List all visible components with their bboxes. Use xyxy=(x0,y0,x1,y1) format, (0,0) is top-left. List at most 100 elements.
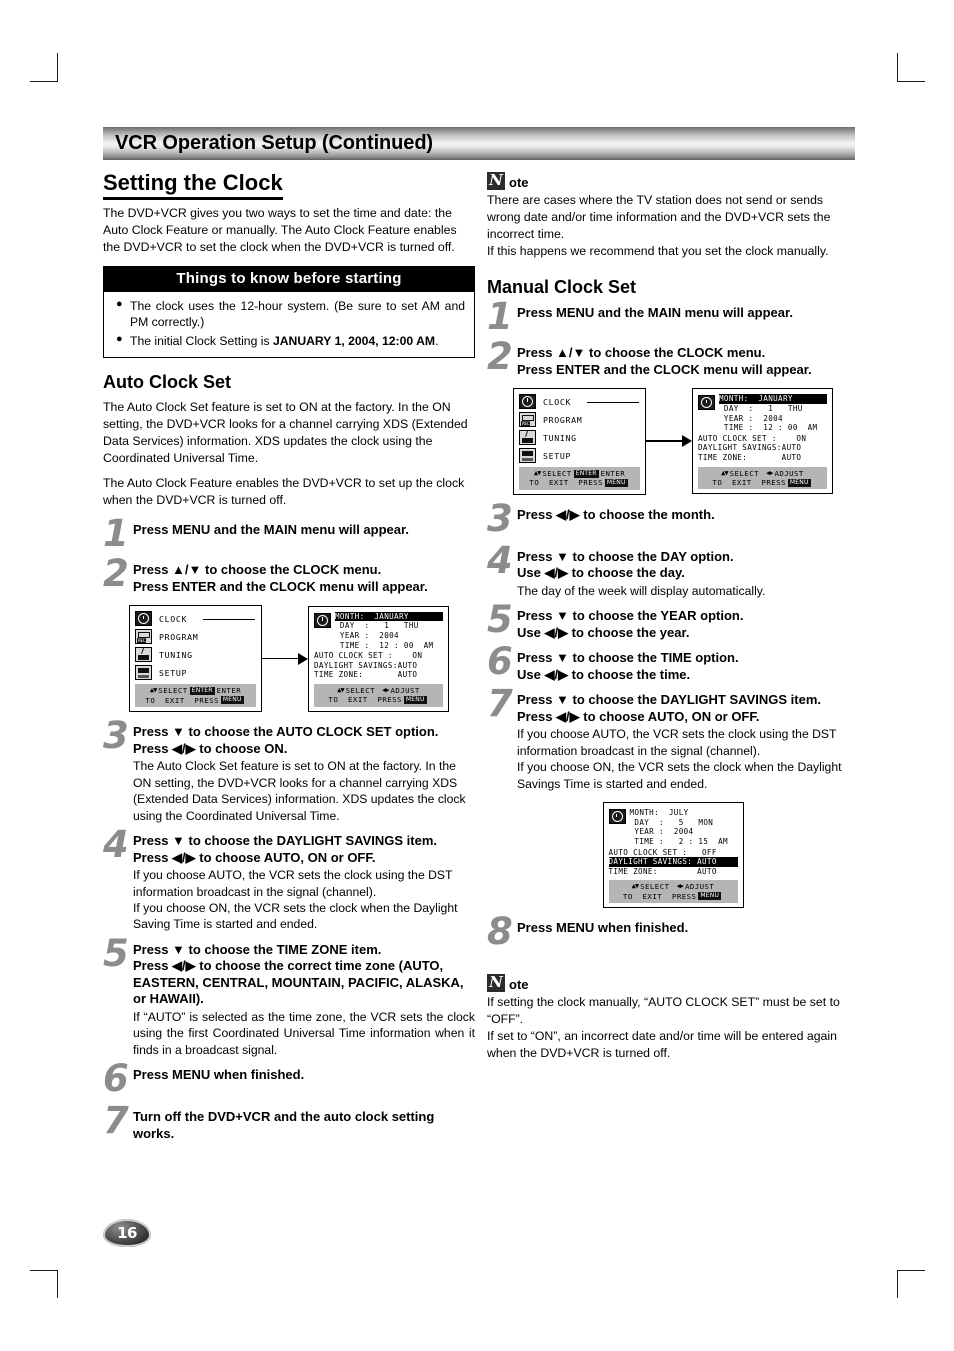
clock-icon xyxy=(314,612,331,628)
step-text: Press ▲/▼ to choose the CLOCK menu. xyxy=(517,345,766,361)
osd-clock-row-time[interactable]: TIME : 2 : 15 AM xyxy=(630,837,738,847)
flow-arrow-left xyxy=(262,652,308,665)
step-number: 1 xyxy=(103,512,129,556)
crop-mark-bottom-left-horizontal xyxy=(30,1270,58,1271)
setup-icon xyxy=(519,448,536,464)
osd-menu-item-program[interactable]: PROGRAM xyxy=(135,629,256,645)
osd-clock-row-month[interactable]: MONTH: JANUARY xyxy=(335,611,443,622)
note-heading: N ote xyxy=(487,974,859,993)
osd-clock-row-time[interactable]: TIME : 12 : 00 AM xyxy=(335,641,443,651)
step-left-5: 5 Press ▼ to choose the TIME ZONE item. … xyxy=(103,935,475,1058)
osd-clock-rows: MONTH: JULY DAY : 5 MON YEAR : 2004 TIME… xyxy=(630,808,738,846)
osd-clock-row-year[interactable]: YEAR : 2004 xyxy=(719,414,827,424)
osd-menu-label: TUNING xyxy=(159,649,193,660)
osd-clock-row-time-zone[interactable]: TIME ZONE: AUTO xyxy=(314,670,443,680)
crop-mark-bottom-right-horizontal xyxy=(897,1270,925,1271)
osd-clock-row-time-zone[interactable]: TIME ZONE: AUTO xyxy=(698,453,827,463)
rec-icon xyxy=(519,412,536,428)
note-block-bottom: N ote If setting the clock manually, “AU… xyxy=(487,974,859,1061)
osd-menu-label: PROGRAM xyxy=(159,631,199,642)
osd-clock-row-auto-clock-set[interactable]: AUTO CLOCK SET : OFF xyxy=(609,848,738,858)
things-to-know-item-2-plain: The initial Clock Setting is xyxy=(130,334,273,349)
step-number: 5 xyxy=(487,598,513,642)
auto-clock-set-paragraph-1: The Auto Clock Set feature is set to ON … xyxy=(103,400,468,465)
up-down-arrows-icon: ▲▼ xyxy=(631,882,640,891)
osd-footer-select-label: SELECT xyxy=(542,469,572,479)
osd-menu-label: CLOCK xyxy=(159,613,188,624)
crop-mark-bottom-right-vertical xyxy=(897,1270,898,1298)
callout-connector-line xyxy=(587,401,639,404)
osd-clock-rows: MONTH: JANUARY DAY : 1 THU YEAR : 2004 T… xyxy=(335,611,443,651)
osd-clock-row-month[interactable]: MONTH: JANUARY xyxy=(719,394,827,405)
page-number-badge: 16 xyxy=(103,1219,151,1247)
note-body: There are cases where the TV station doe… xyxy=(487,193,831,258)
page-header-banner: VCR Operation Setup (Continued) xyxy=(103,127,855,160)
osd-clock-row-auto-clock-set[interactable]: AUTO CLOCK SET : ON xyxy=(314,651,443,661)
osd-menu-item-setup[interactable]: SETUP xyxy=(135,665,256,681)
osd-footer-line-2: TO EXIT PRESS MENU xyxy=(701,478,824,487)
step-number: 2 xyxy=(103,552,129,596)
up-down-arrows-icon: ▲▼ xyxy=(337,685,345,694)
osd-main-menu-right: CLOCK PROGRAM TUNING SETUP ▲▼ SELECT ENT… xyxy=(513,388,646,495)
osd-menu-item-tuning[interactable]: TUNING xyxy=(135,647,256,663)
step-right-5: 5 Press ▼ to choose the YEAR option. Use… xyxy=(487,601,859,641)
osd-footer: ▲▼ SELECT ◀▶ ADJUST TO EXIT PRESS MENU xyxy=(608,880,738,904)
osd-menu-label: SETUP xyxy=(543,450,572,461)
osd-clock-row-daylight-savings[interactable]: DAYLIGHT SAVINGS:AUTO xyxy=(314,661,443,671)
osd-menu-item-setup[interactable]: SETUP xyxy=(519,448,640,464)
osd-clock-row-day[interactable]: DAY : 5 MON xyxy=(630,818,738,828)
step-text: Press ▼ to choose the DAYLIGHT SAVINGS i… xyxy=(133,833,437,849)
step-number: 6 xyxy=(103,1057,129,1101)
menu-key-badge: MENU xyxy=(787,478,811,487)
list-item: ● The initial Clock Setting is JANUARY 1,… xyxy=(113,333,465,350)
osd-footer-exit-label: TO EXIT PRESS xyxy=(529,478,603,488)
step-right-3: 3 Press ◀/▶ to choose the month. xyxy=(487,500,859,537)
osd-footer-enter-label: ENTER xyxy=(600,469,626,479)
osd-footer-line-2: TO EXIT PRESS MENU xyxy=(522,478,637,487)
left-right-arrows-icon: ◀▶ xyxy=(676,882,685,891)
arrow-head-icon xyxy=(682,435,692,448)
osd-menu-label: PROGRAM xyxy=(543,414,583,425)
clock-icon xyxy=(135,611,152,627)
osd-clock-row-day[interactable]: DAY : 1 THU xyxy=(719,404,827,414)
osd-clock-header: MONTH: JULY DAY : 5 MON YEAR : 2004 TIME… xyxy=(608,808,738,846)
step-number: 8 xyxy=(487,910,513,954)
disc-shape: 16 xyxy=(103,1219,151,1247)
step-text-2: Use ◀/▶ to choose the day. xyxy=(517,565,685,581)
right-column: N ote There are cases where the TV stati… xyxy=(487,170,859,1072)
note-block-top: N ote There are cases where the TV stati… xyxy=(487,172,859,259)
osd-menu-item-tuning[interactable]: TUNING xyxy=(519,430,640,446)
osd-clock-row-day[interactable]: DAY : 1 THU xyxy=(335,621,443,631)
step-text: Press ▼ to choose the YEAR option. xyxy=(517,608,744,624)
crop-mark-top-left-vertical xyxy=(57,53,58,81)
osd-clock-row-auto-clock-set[interactable]: AUTO CLOCK SET : ON xyxy=(698,434,827,444)
up-down-arrows-icon: ▲▼ xyxy=(721,468,729,477)
osd-footer-select-label: SELECT xyxy=(158,686,188,696)
osd-menu-item-clock[interactable]: CLOCK xyxy=(519,394,640,410)
list-item: ● The clock uses the 12-hour system. (Be… xyxy=(113,298,465,331)
osd-menu-item-program[interactable]: PROGRAM xyxy=(519,412,640,428)
step-left-7: 7 Turn off the DVD+VCR and the auto cloc… xyxy=(103,1102,475,1142)
step-text: Press ▼ to choose the TIME option. xyxy=(517,650,739,666)
step-text-2: Use ◀/▶ to choose the time. xyxy=(517,666,691,682)
osd-menu-item-clock[interactable]: CLOCK xyxy=(135,611,256,627)
osd-clock-row-month[interactable]: MONTH: JULY xyxy=(630,808,738,818)
step-note: The day of the week will display automat… xyxy=(517,583,766,598)
osd-footer-enter-label: ENTER xyxy=(216,686,242,696)
osd-clock-row-daylight-savings[interactable]: DAYLIGHT SAVINGS:AUTO xyxy=(698,443,827,453)
note-n-icon: N xyxy=(487,974,505,993)
osd-clock-menu-left: MONTH: JANUARY DAY : 1 THU YEAR : 2004 T… xyxy=(308,605,449,712)
step-right-2: 2 Press ▲/▼ to choose the CLOCK menu. Pr… xyxy=(487,338,859,378)
osd-clock-row-year[interactable]: YEAR : 2004 xyxy=(335,631,443,641)
osd-clock-row-year[interactable]: YEAR : 2004 xyxy=(630,827,738,837)
step-text: Press MENU and the MAIN menu will appear… xyxy=(517,305,793,321)
osd-clock-row-time-zone[interactable]: TIME ZONE: AUTO xyxy=(609,867,738,877)
osd-footer-line-2: TO EXIT PRESS MENU xyxy=(317,695,440,704)
page-title: VCR Operation Setup (Continued) xyxy=(115,132,433,154)
osd-footer-exit-label: TO EXIT PRESS xyxy=(145,695,219,705)
osd-footer-line-1: ▲▼ SELECT ENTER ENTER xyxy=(522,469,637,478)
step-text: Press ▼ to choose the TIME ZONE item. xyxy=(133,941,382,957)
osd-clock-row-time[interactable]: TIME : 12 : 00 AM xyxy=(719,423,827,433)
osd-clock-row-daylight-savings[interactable]: DAYLIGHT SAVINGS: AUTO xyxy=(608,857,738,867)
crop-mark-top-right-vertical xyxy=(897,53,898,81)
